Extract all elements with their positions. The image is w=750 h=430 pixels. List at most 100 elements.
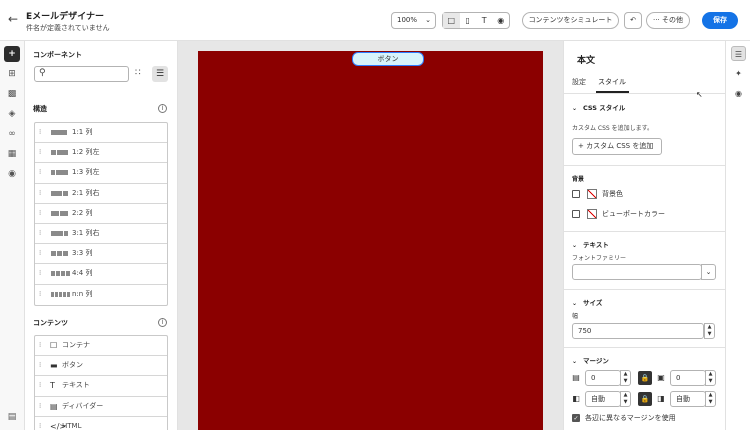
save-button[interactable]: 保存 [702, 12, 738, 29]
viewport-color-checkbox[interactable] [572, 210, 580, 218]
chevron-down-icon: ⌄ [572, 358, 578, 365]
structure-item[interactable]: ⁞ 1:2 列左 [35, 143, 167, 164]
list-view-icon[interactable]: ☰ [152, 66, 168, 82]
email-body[interactable] [198, 51, 543, 430]
drag-handle-icon[interactable]: ⁞ [39, 143, 41, 162]
content-item[interactable]: ⁞ T テキスト [35, 376, 167, 397]
structure-item[interactable]: ⁞ 1:3 列左 [35, 163, 167, 184]
properties-title: 本文 [577, 56, 596, 66]
structure-icon[interactable]: ⊞ [4, 66, 20, 82]
drag-handle-icon[interactable]: ⁞ [39, 163, 41, 182]
margin-section-header[interactable]: ⌄ マージン [572, 355, 609, 365]
tab-style[interactable]: スタイル [598, 77, 626, 87]
structure-item[interactable]: ⁞ 1:1 列 [35, 123, 167, 144]
content-item-label: ディバイダー [62, 401, 104, 410]
ai-icon[interactable]: ✦ [731, 66, 746, 81]
margin-bottom-stepper[interactable]: ▲ ▼ [705, 370, 716, 386]
drag-handle-icon[interactable]: ⁞ [39, 184, 41, 203]
bottom-icon[interactable]: ▤ [4, 409, 20, 425]
column-layout-icon [51, 190, 68, 196]
text-icon[interactable]: T [476, 13, 493, 28]
structure-item[interactable]: ⁞ n:n 列 [35, 285, 167, 305]
drag-handle-icon[interactable]: ⁞ [39, 244, 41, 263]
drag-handle-icon[interactable]: ⁞ [39, 123, 41, 142]
grid-view-icon[interactable]: ∷ [135, 68, 141, 78]
email-button[interactable]: ボタン [352, 52, 424, 66]
info-icon[interactable]: i [158, 104, 167, 113]
margin-bottom-input[interactable]: 0 [670, 370, 706, 386]
drag-handle-icon[interactable]: ⁞ [39, 356, 41, 375]
layers-icon[interactable]: ◈ [4, 106, 20, 122]
properties-icon[interactable]: ☰ [731, 46, 746, 61]
app-title: Eメールデザイナー [26, 12, 104, 22]
chevron-down-icon: ⌄ [425, 16, 431, 24]
margin-right-input[interactable]: 自動 [670, 391, 706, 407]
mobile-icon[interactable]: ▯ [460, 13, 477, 28]
drag-handle-icon[interactable]: ⁞ [39, 336, 41, 355]
desktop-icon[interactable]: □ [443, 13, 460, 28]
different-margins-label: 各辺に異なるマージンを使用 [585, 414, 676, 422]
margin-left-input[interactable]: 自動 [585, 391, 621, 407]
font-family-select[interactable] [572, 264, 702, 280]
zoom-select[interactable]: 100% ⌄ [391, 12, 436, 29]
viewport-color-swatch[interactable] [587, 209, 597, 219]
width-label: 幅 [572, 313, 579, 320]
width-stepper[interactable]: ▲ ▼ [704, 323, 715, 339]
different-margins-checkbox[interactable]: ✓ [572, 414, 580, 422]
drag-handle-icon[interactable]: ⁞ [39, 264, 41, 283]
drag-handle-icon[interactable]: ⁞ [39, 417, 41, 430]
email-canvas: ボタン [178, 41, 563, 430]
bg-color-swatch[interactable] [587, 189, 597, 199]
search-input[interactable]: ⚲ [34, 66, 129, 82]
margin-right-stepper[interactable]: ▲ ▼ [705, 391, 716, 407]
drag-handle-icon[interactable]: ⁞ [39, 285, 41, 304]
personalize-icon[interactable]: ◉ [4, 166, 20, 182]
width-input[interactable]: 750 [572, 323, 704, 339]
structure-item-label: 3:3 列 [72, 249, 93, 258]
plus-icon[interactable]: + [4, 46, 20, 62]
css-section-header[interactable]: ⌄ CSS スタイル [572, 102, 625, 112]
plus-icon: + [578, 142, 587, 150]
view-mode-group: □ ▯ T ◉ [442, 12, 510, 29]
drag-handle-icon[interactable]: ⁞ [39, 397, 41, 416]
content-item[interactable]: ⁞ ▬ ボタン [35, 356, 167, 377]
chevron-down-icon[interactable]: ⌄ [701, 264, 716, 280]
tab-settings[interactable]: 設定 [572, 77, 586, 87]
structure-item[interactable]: ⁞ 3:1 列右 [35, 224, 167, 245]
assets-icon[interactable]: ▩ [4, 86, 20, 102]
content-item[interactable]: ⁞ ▤ ディバイダー [35, 397, 167, 417]
content-item[interactable]: ⁞ ☐ コンテナ [35, 336, 167, 357]
undo-icon[interactable]: ↶ [624, 12, 642, 29]
structure-item-label: 1:3 列左 [72, 168, 100, 177]
structure-item[interactable]: ⁞ 2:2 列 [35, 204, 167, 224]
margin-left-stepper[interactable]: ▲ ▼ [620, 391, 631, 407]
divider [564, 231, 725, 232]
preview-icon[interactable]: ◉ [493, 13, 510, 28]
more-button[interactable]: ··· その他 [646, 12, 690, 29]
validation-icon[interactable]: ◉ [731, 86, 746, 101]
bg-color-label: 背景色 [602, 190, 623, 198]
add-css-button[interactable]: + カスタム CSS を追加 [572, 138, 662, 155]
text-section-header[interactable]: ⌄ テキスト [572, 239, 609, 249]
structure-item[interactable]: ⁞ 4:4 列 [35, 264, 167, 285]
divider-icon: ▤ [50, 401, 58, 411]
fragments-icon[interactable]: ▦ [4, 146, 20, 162]
margin-top-input[interactable]: 0 [585, 370, 621, 386]
lock-icon[interactable]: 🔒 [638, 392, 652, 406]
content-item-label: HTML [62, 421, 82, 430]
margin-top-stepper[interactable]: ▲ ▼ [620, 370, 631, 386]
lock-icon[interactable]: 🔒 [638, 371, 652, 385]
content-item[interactable]: ⁞ </> HTML [35, 417, 167, 430]
link-icon[interactable]: ∞ [4, 126, 20, 142]
info-icon[interactable]: i [158, 318, 167, 327]
structure-item[interactable]: ⁞ 3:3 列 [35, 244, 167, 265]
drag-handle-icon[interactable]: ⁞ [39, 376, 41, 395]
size-section-header[interactable]: ⌄ サイズ [572, 297, 602, 307]
bg-color-checkbox[interactable] [572, 190, 580, 198]
drag-handle-icon[interactable]: ⁞ [39, 224, 41, 243]
margin-top-icon: ▤ [572, 373, 580, 382]
arrow-left-icon[interactable]: ← [6, 12, 20, 26]
drag-handle-icon[interactable]: ⁞ [39, 204, 41, 223]
simulate-content-button[interactable]: コンテンツをシミュレート [522, 12, 619, 29]
structure-item[interactable]: ⁞ 2:1 列右 [35, 184, 167, 204]
